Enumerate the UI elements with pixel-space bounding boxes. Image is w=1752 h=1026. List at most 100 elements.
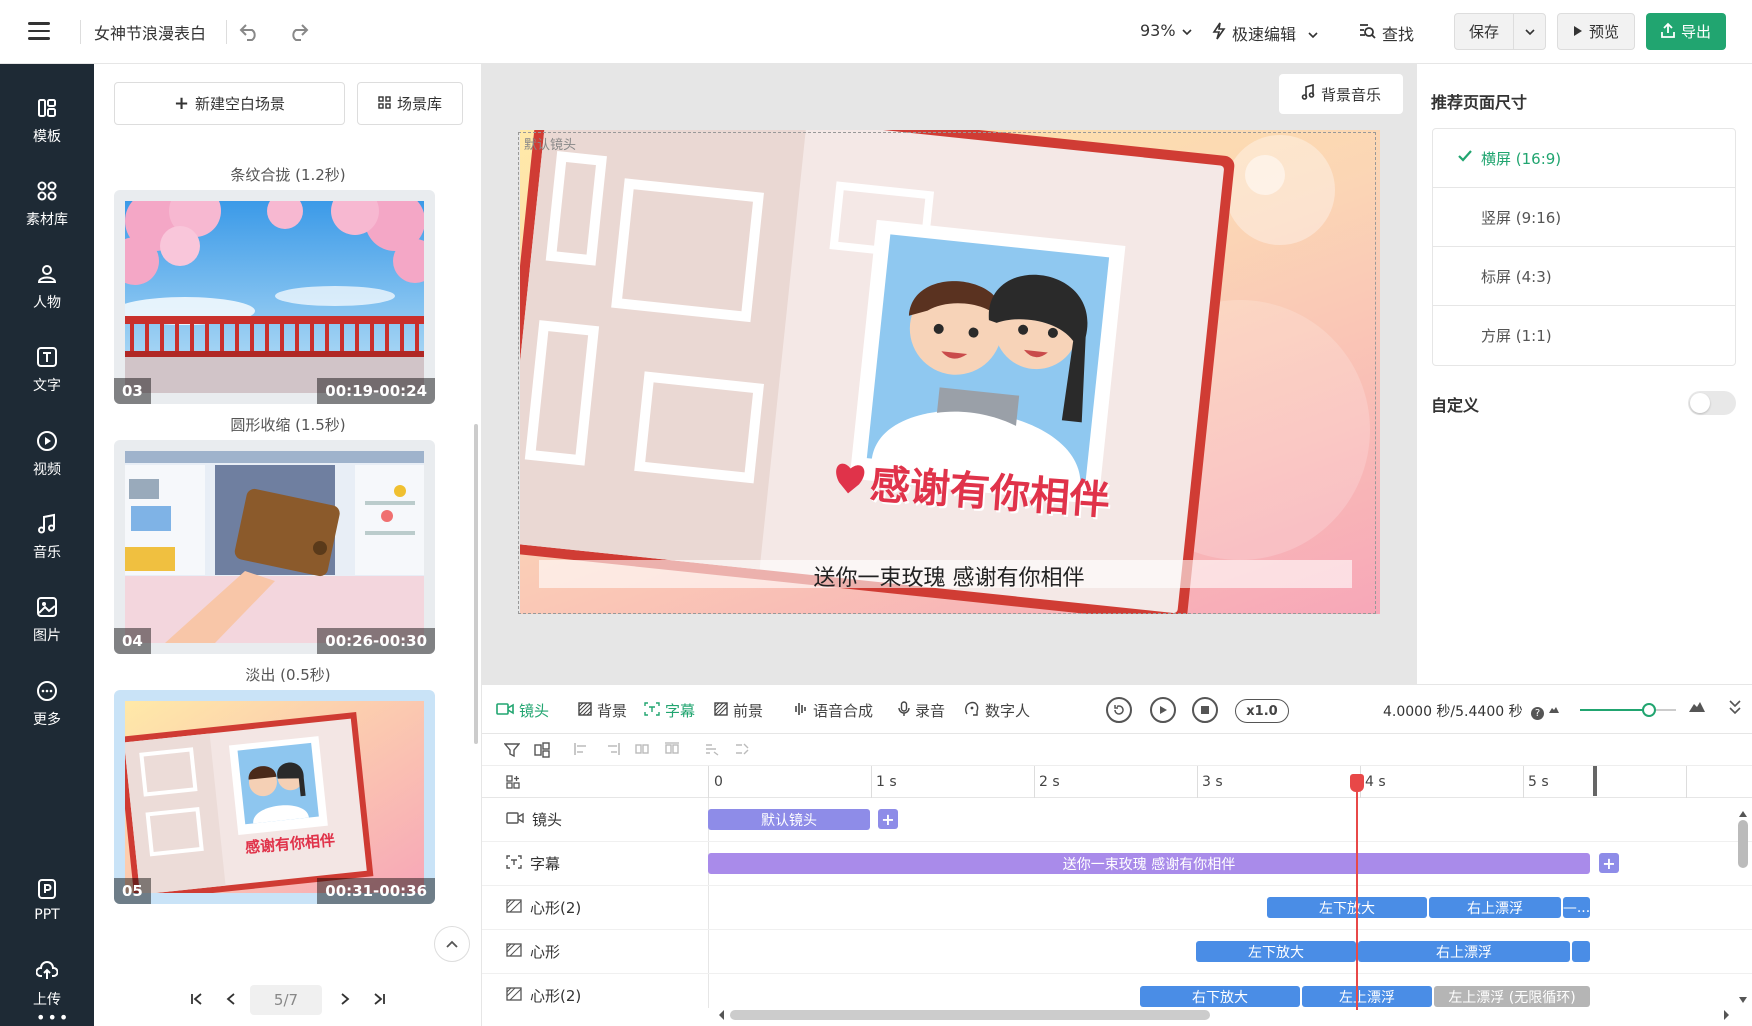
scroll-to-top-button[interactable] xyxy=(434,926,470,962)
left-sidebar: 模板 素材库 人物 文字 视频 音乐 图片 更多 PPT 上传 ••• xyxy=(0,64,94,1026)
playhead-handle[interactable] xyxy=(1350,774,1364,792)
page-size-title: 推荐页面尺寸 xyxy=(1431,93,1528,112)
timeline-ruler[interactable]: 0 1 s 2 s 3 s 4 s 5 s xyxy=(482,766,1752,798)
more-dots-icon[interactable]: ••• xyxy=(36,1008,70,1026)
sidebar-item-music[interactable]: 音乐 xyxy=(0,502,94,572)
subtitle-text[interactable]: 送你一束玫瑰 感谢有你相伴 xyxy=(482,560,1416,592)
clip-animation-loop[interactable]: 左上漂浮 (无限循环) xyxy=(1434,986,1590,1007)
clip-animation[interactable]: 右下放大 xyxy=(1140,986,1300,1007)
track-row-shot: 镜头 默认镜头 + xyxy=(482,798,1752,842)
save-label[interactable]: 保存 xyxy=(1455,14,1514,49)
size-option-landscape[interactable]: 横屏 (16:9) xyxy=(1433,129,1735,188)
tab-subtitle[interactable]: 字幕 xyxy=(644,700,695,721)
new-blank-scene-button[interactable]: + 新建空白场景 xyxy=(114,82,345,125)
clip-subtitle[interactable]: 送你一束玫瑰 感谢有你相伴 xyxy=(708,853,1590,874)
replay-button[interactable] xyxy=(1106,697,1132,723)
transition-label[interactable]: 条纹合拢 (1.2秒) xyxy=(94,164,482,185)
sidebar-item-text[interactable]: 文字 xyxy=(0,335,94,405)
sidebar-item-ppt[interactable]: PPT xyxy=(0,865,94,935)
export-button[interactable]: 导出 xyxy=(1646,13,1726,50)
scroll-left-icon[interactable] xyxy=(718,1009,726,1025)
custom-size-toggle[interactable] xyxy=(1688,391,1736,415)
new-blank-scene-label: 新建空白场景 xyxy=(195,95,286,113)
tab-foreground[interactable]: 前景 xyxy=(714,700,763,721)
tracks-toggle-icon[interactable] xyxy=(506,775,520,793)
add-subtitle-button[interactable]: + xyxy=(1599,853,1619,873)
last-page-icon[interactable] xyxy=(372,991,386,1010)
sidebar-item-more[interactable]: 更多 xyxy=(0,669,94,739)
distribute-equal-icon xyxy=(664,742,682,758)
tab-background[interactable]: 背景 xyxy=(578,700,627,721)
sidebar-item-template[interactable]: 模板 xyxy=(0,86,94,156)
prev-page-icon[interactable] xyxy=(226,991,236,1010)
sidebar-item-video[interactable]: 视频 xyxy=(0,419,94,489)
clip-default-shot[interactable]: 默认镜头 xyxy=(708,809,870,830)
transition-label[interactable]: 圆形收缩 (1.5秒) xyxy=(94,414,482,435)
scene-library-button[interactable]: 场景库 xyxy=(357,82,463,125)
scene-card-03[interactable]: 03 00:19-00:24 xyxy=(114,190,435,404)
project-title[interactable]: 女神节浪漫表白 xyxy=(94,20,206,44)
save-options-chevron-icon[interactable] xyxy=(1514,14,1545,49)
redo-icon[interactable] xyxy=(284,18,312,46)
undo-icon[interactable] xyxy=(236,18,264,46)
tab-shot[interactable]: 镜头 xyxy=(496,700,549,721)
zoom-slider-knob[interactable] xyxy=(1642,703,1656,717)
size-option-standard[interactable]: 标屏 (4:3) xyxy=(1433,247,1735,306)
zoom-out-icon[interactable] xyxy=(1548,702,1560,718)
first-page-icon[interactable] xyxy=(190,991,204,1010)
sidebar-item-person[interactable]: 人物 xyxy=(0,252,94,322)
timeline-vertical-scrollbar[interactable] xyxy=(1738,820,1748,868)
collapse-timeline-icon[interactable] xyxy=(1729,699,1741,719)
zoom-dropdown[interactable]: 93% xyxy=(1140,21,1192,40)
size-option-portrait[interactable]: 竖屏 (9:16) xyxy=(1433,188,1735,247)
transition-label[interactable]: 淡出 (0.5秒) xyxy=(94,664,482,685)
timeline-tracks: 镜头 默认镜头 + 字幕 送你一束玫瑰 感谢有你相伴 + 心形(2) 左下放大 … xyxy=(482,798,1752,1008)
clip-animation-tail[interactable] xyxy=(1572,941,1590,962)
stop-button[interactable] xyxy=(1192,697,1218,723)
sidebar-item-image[interactable]: 图片 xyxy=(0,585,94,655)
tab-digital-human[interactable]: 数字人 xyxy=(964,700,1030,721)
play-icon xyxy=(1573,23,1583,41)
scene-card-05[interactable]: 感谢有你相伴 05 00:31-00:36 xyxy=(114,690,435,904)
filter-icon[interactable] xyxy=(503,742,522,758)
layers-icon[interactable] xyxy=(534,742,552,758)
next-page-icon[interactable] xyxy=(340,991,350,1010)
timeline-end-marker[interactable] xyxy=(1593,766,1597,796)
edit-mode-dropdown[interactable]: 极速编辑 xyxy=(1212,21,1318,45)
scene-pager: 5/7 xyxy=(94,980,482,1020)
add-shot-button[interactable]: + xyxy=(878,809,898,829)
find-button[interactable]: 查找 xyxy=(1358,21,1414,45)
playback-speed-button[interactable]: x1.0 xyxy=(1235,699,1289,723)
scene-card-04[interactable]: 04 00:26-00:30 xyxy=(114,440,435,654)
tab-tts[interactable]: 语音合成 xyxy=(792,700,873,721)
help-icon[interactable]: ? xyxy=(1531,707,1545,720)
sidebar-item-assets[interactable]: 素材库 xyxy=(0,169,94,239)
zoom-slider-track[interactable] xyxy=(1580,709,1648,711)
scroll-right-icon[interactable] xyxy=(1722,1009,1730,1025)
menu-icon[interactable] xyxy=(28,22,50,40)
preview-button[interactable]: 预览 xyxy=(1557,13,1635,50)
zoom-value: 93% xyxy=(1140,21,1176,40)
sidebar-item-label: 更多 xyxy=(33,712,61,728)
zoom-in-icon[interactable] xyxy=(1688,699,1706,717)
clip-animation[interactable]: 左下放大 xyxy=(1267,897,1427,918)
save-button[interactable]: 保存 xyxy=(1454,13,1546,50)
video-icon xyxy=(35,429,59,453)
clip-animation[interactable]: 右上漂浮 xyxy=(1429,897,1561,918)
timeline-horizontal-scrollbar[interactable] xyxy=(730,1010,1210,1020)
scene-list-scrollbar[interactable] xyxy=(474,424,478,744)
scroll-up-icon[interactable] xyxy=(1738,806,1748,822)
background-music-button[interactable]: 背景音乐 xyxy=(1279,74,1403,114)
scroll-down-icon[interactable] xyxy=(1738,992,1748,1008)
toggle-knob xyxy=(1690,393,1710,413)
page-input[interactable]: 5/7 xyxy=(250,985,322,1015)
size-option-square[interactable]: 方屏 (1:1) xyxy=(1433,306,1735,365)
stage-preview[interactable]: 感谢有你相伴 xyxy=(520,130,1380,614)
playhead[interactable] xyxy=(1356,774,1358,1010)
clip-animation[interactable]: 左下放大 xyxy=(1196,941,1356,962)
clip-animation[interactable]: —... xyxy=(1563,897,1590,918)
clip-animation[interactable]: 左上漂浮 xyxy=(1302,986,1432,1007)
clip-animation[interactable]: 右上漂浮 xyxy=(1358,941,1570,962)
play-button[interactable] xyxy=(1150,697,1176,723)
tab-record[interactable]: 录音 xyxy=(898,700,945,721)
